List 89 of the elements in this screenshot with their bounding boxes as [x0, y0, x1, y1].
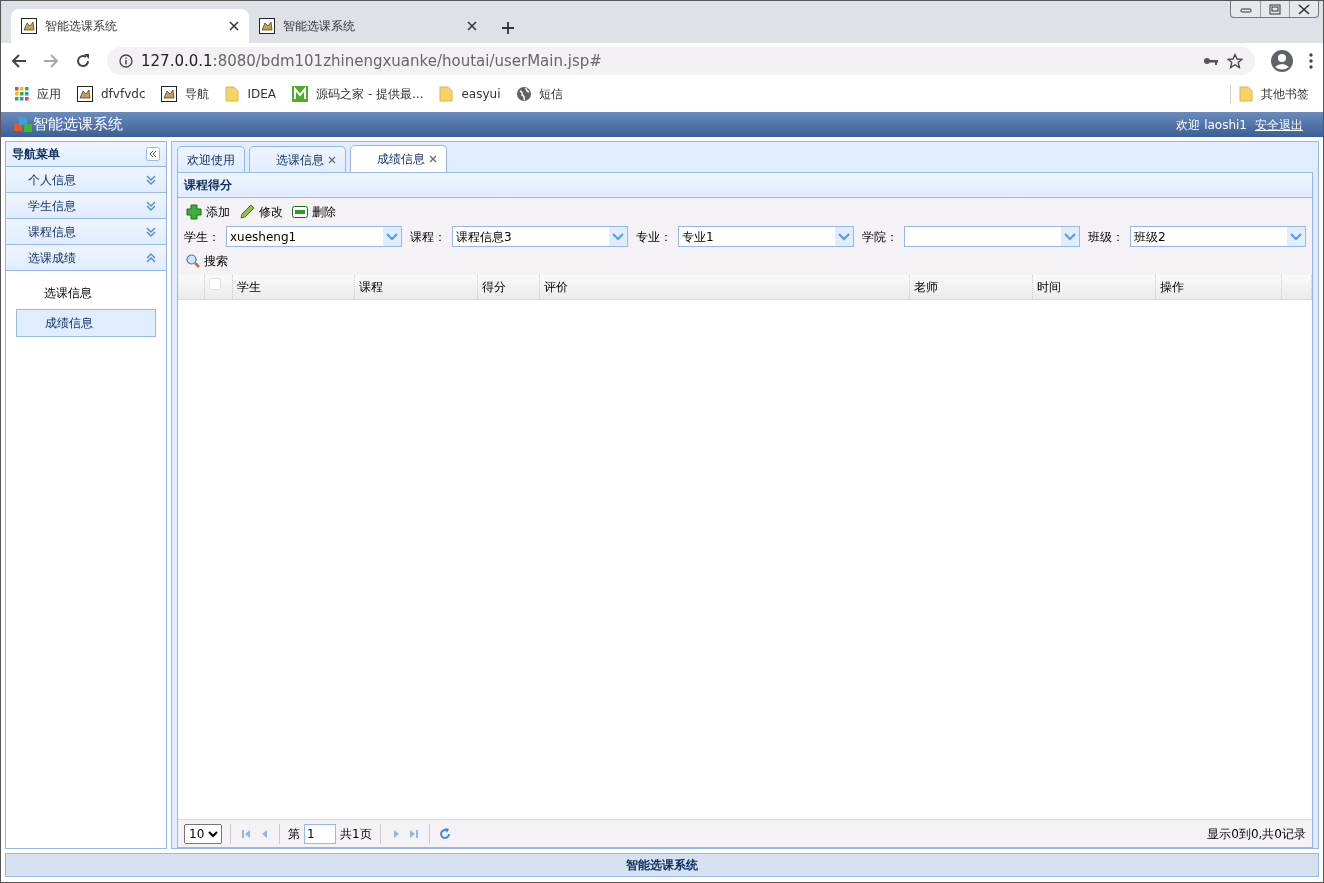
- chevron-down-icon: [386, 232, 398, 241]
- avatar-icon[interactable]: [1271, 50, 1293, 72]
- column-header[interactable]: 评价: [539, 275, 909, 299]
- field-label: 专业：: [636, 228, 672, 246]
- refresh-icon[interactable]: [437, 826, 452, 841]
- bookmark[interactable]: 源码之家 - 提供最...: [292, 85, 424, 103]
- letter-m-icon: [292, 86, 309, 102]
- field-label: 学生：: [184, 228, 220, 246]
- page-total: 共1页: [340, 825, 372, 843]
- dropdown-field[interactable]: 班级2: [1130, 226, 1306, 247]
- bookmark[interactable]: 导航: [161, 85, 210, 103]
- close-icon[interactable]: [1297, 2, 1311, 16]
- cubes-icon: [13, 115, 33, 134]
- bookmark[interactable]: 应用: [15, 85, 61, 103]
- picture-icon: [21, 18, 37, 34]
- back-icon[interactable]: [11, 53, 27, 69]
- menu-icon[interactable]: [1309, 53, 1313, 69]
- globe-icon: [516, 87, 531, 101]
- app-title: 智能选课系统: [33, 114, 123, 136]
- menu-item[interactable]: 成绩信息: [16, 309, 156, 337]
- checkbox[interactable]: [208, 277, 221, 290]
- column-header[interactable]: 时间: [1032, 275, 1155, 299]
- accordion-header[interactable]: 个人信息: [6, 167, 166, 193]
- picture-icon: [161, 86, 178, 102]
- record-summary: 显示0到0,共0记录: [1207, 825, 1306, 843]
- dropdown-field[interactable]: [904, 226, 1080, 247]
- column-header[interactable]: 操作: [1155, 275, 1281, 299]
- folder-icon: [225, 86, 240, 102]
- chevron-down-icon: [612, 232, 624, 241]
- picture-icon: [259, 18, 275, 34]
- search-button[interactable]: 搜索: [184, 251, 235, 271]
- dropdown-field[interactable]: xuesheng1: [226, 226, 402, 247]
- chevron-down-icon: [838, 232, 850, 241]
- column-header[interactable]: 老师: [909, 275, 1032, 299]
- close-icon[interactable]: [229, 21, 239, 31]
- page-size-select[interactable]: 10: [184, 823, 222, 844]
- accordion-header[interactable]: 课程信息: [6, 219, 166, 245]
- logout-link[interactable]: 安全退出: [1255, 115, 1303, 134]
- reload-icon[interactable]: [75, 53, 91, 69]
- maximize-icon[interactable]: [1268, 2, 1282, 16]
- toolbar-button[interactable]: 添加: [184, 202, 237, 222]
- dropdown-field[interactable]: 课程信息3: [452, 226, 628, 247]
- folder-icon: [1239, 86, 1253, 102]
- toolbar-button[interactable]: 删除: [290, 202, 343, 222]
- bookmark[interactable]: 短信: [516, 85, 563, 103]
- menu-item[interactable]: 选课信息: [16, 279, 156, 307]
- toolbar-button[interactable]: 修改: [237, 202, 290, 222]
- page-label: 第: [288, 825, 300, 843]
- column-header[interactable]: 课程: [354, 275, 477, 299]
- bookmark[interactable]: dfvfvdc: [77, 85, 146, 103]
- pencil-icon: [239, 204, 255, 220]
- close-icon[interactable]: [429, 155, 437, 163]
- page-input[interactable]: 1: [304, 823, 336, 844]
- info-icon: [119, 54, 133, 68]
- plus-icon[interactable]: [501, 21, 515, 35]
- chevron-down-icon: [1064, 232, 1076, 241]
- address-bar[interactable]: 127.0.0.1:8080/bdm101zhinengxuanke/houtai/userMain.jsp#: [107, 47, 1255, 75]
- column-header[interactable]: 学生: [232, 275, 354, 299]
- url-text: 127.0.0.1:8080/bdm101zhinengxuanke/houtai/userMain.jsp#: [141, 50, 603, 72]
- welcome-text: 欢迎 laoshi1: [1176, 116, 1247, 134]
- picture-icon: [77, 86, 93, 102]
- grid-icon: [15, 87, 29, 101]
- bookmark[interactable]: 其他书签: [1230, 85, 1309, 103]
- field-label: 课程：: [410, 228, 446, 246]
- browser-tab[interactable]: 智能选课系统: [249, 9, 487, 43]
- field-label: 班级：: [1088, 228, 1124, 246]
- accordion-header[interactable]: 学生信息: [6, 193, 166, 219]
- tab[interactable]: 欢迎使用: [177, 146, 245, 172]
- close-icon[interactable]: [467, 21, 477, 31]
- column-header[interactable]: 得分: [477, 275, 539, 299]
- plus-icon: [186, 204, 202, 220]
- panel-title: 导航菜单: [12, 146, 60, 163]
- browser-tab[interactable]: 智能选课系统: [11, 9, 249, 43]
- key-icon[interactable]: [1203, 56, 1219, 66]
- dropdown-field[interactable]: 专业1: [678, 226, 854, 247]
- chevron-down-icon: [1290, 232, 1302, 241]
- tab[interactable]: 选课信息: [249, 146, 346, 172]
- search-icon: [186, 254, 200, 268]
- tab[interactable]: 成绩信息: [350, 145, 447, 172]
- panel-title: 课程得分: [184, 177, 232, 194]
- bookmark[interactable]: easyui: [439, 85, 501, 103]
- minus-icon: [292, 206, 308, 218]
- folder-icon: [439, 86, 454, 102]
- field-label: 学院：: [862, 228, 898, 246]
- star-icon[interactable]: [1227, 53, 1243, 69]
- bookmark[interactable]: IDEA: [225, 85, 277, 103]
- accordion-header[interactable]: 选课成绩: [6, 245, 166, 271]
- footer-text: 智能选课系统: [626, 857, 698, 874]
- collapse-icon[interactable]: [146, 147, 160, 161]
